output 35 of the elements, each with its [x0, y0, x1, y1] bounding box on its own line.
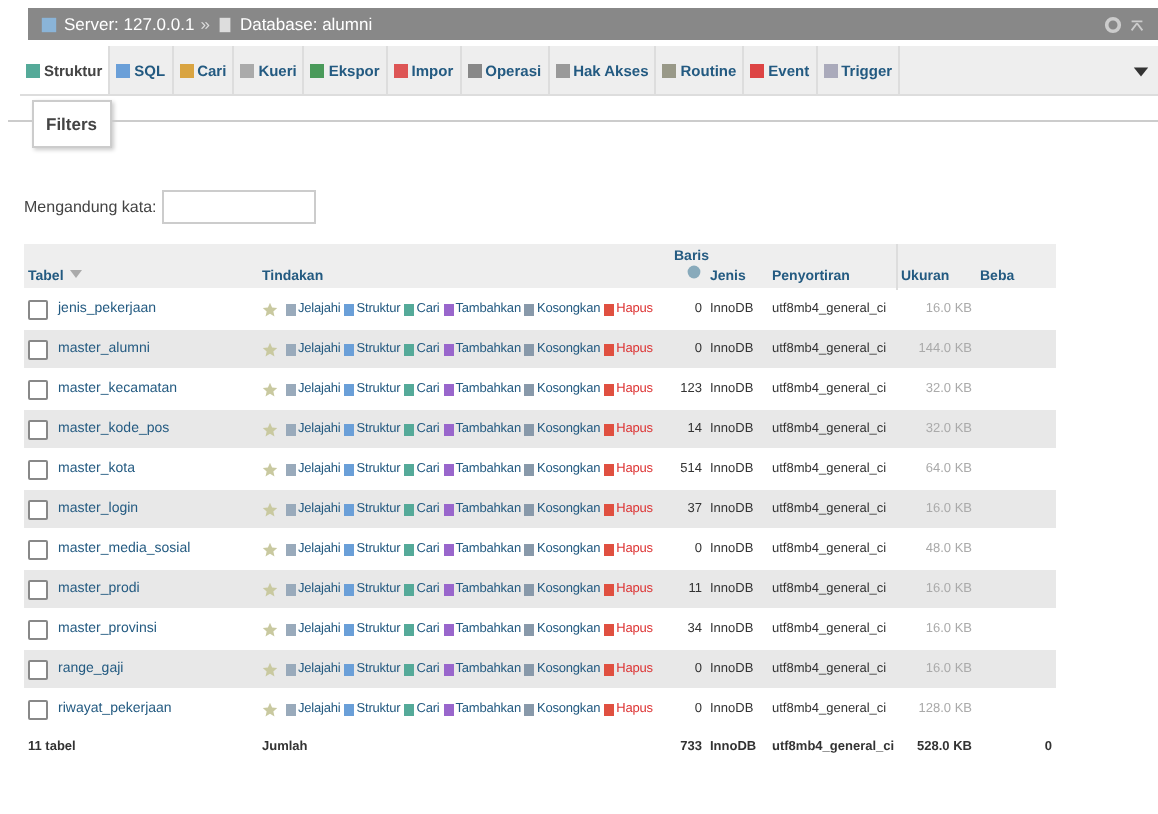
server-link[interactable]: Server: 127.0.0.1	[64, 14, 195, 34]
row-checkbox[interactable]	[28, 619, 48, 639]
row-checkbox[interactable]	[28, 499, 48, 519]
breadcrumb-separator: »	[200, 14, 210, 34]
row-checkbox[interactable]	[28, 659, 48, 679]
star-icon[interactable]	[262, 581, 278, 597]
star-icon[interactable]	[262, 381, 278, 397]
server-icon	[40, 15, 58, 33]
star-icon[interactable]	[262, 621, 278, 637]
database-icon	[215, 15, 234, 33]
star-icon[interactable]	[262, 541, 278, 557]
star-icon[interactable]	[262, 661, 278, 677]
help-icon[interactable]	[686, 264, 702, 280]
settings-icon[interactable]	[1104, 15, 1122, 33]
filter-label: Mengandung kata:	[24, 198, 157, 216]
sort-icon	[69, 268, 82, 280]
star-icon[interactable]	[262, 501, 278, 517]
star-icon[interactable]	[262, 461, 278, 477]
database-link[interactable]: Database: alumni	[239, 14, 373, 34]
row-checkbox[interactable]	[28, 459, 48, 479]
filters-legend: Filters	[32, 100, 112, 148]
filter-input[interactable]	[162, 190, 317, 224]
row-checkbox[interactable]	[28, 339, 48, 359]
row-checkbox[interactable]	[28, 699, 48, 719]
row-checkbox[interactable]	[28, 539, 48, 559]
star-icon[interactable]	[262, 421, 278, 437]
collapse-icon[interactable]	[1128, 15, 1146, 33]
row-checkbox[interactable]	[28, 299, 48, 319]
row-checkbox[interactable]	[28, 579, 48, 599]
star-icon[interactable]	[262, 341, 278, 357]
star-icon[interactable]	[262, 701, 278, 717]
caret-icon[interactable]	[1132, 61, 1150, 79]
row-checkbox[interactable]	[28, 419, 48, 439]
row-checkbox[interactable]	[28, 379, 48, 399]
star-icon[interactable]	[262, 301, 278, 317]
